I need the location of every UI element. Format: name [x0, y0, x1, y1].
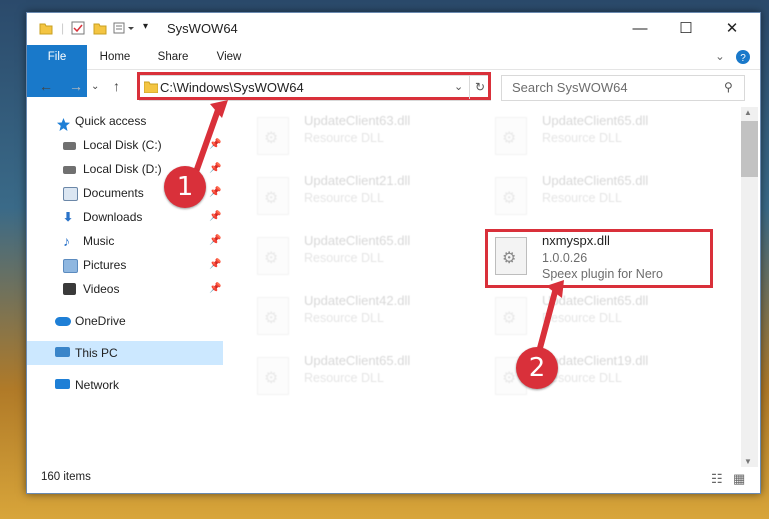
- callout-2: 2: [516, 347, 558, 389]
- arrow-2-line: [537, 287, 559, 349]
- arrow-1-line: [193, 108, 221, 174]
- annotation-arrows: [193, 100, 564, 349]
- callout-1: 1: [164, 166, 206, 208]
